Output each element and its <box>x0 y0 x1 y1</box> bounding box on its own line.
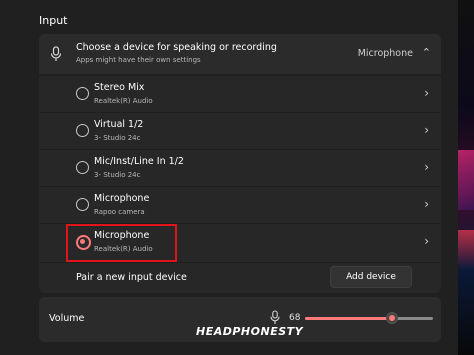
microphone-icon <box>50 46 62 61</box>
device-detail: 3- Studio 24c <box>94 171 141 179</box>
device-detail: Rapoo camera <box>94 208 145 216</box>
volume-slider-thumb[interactable] <box>386 312 399 324</box>
radio-button[interactable] <box>76 87 89 100</box>
radio-button[interactable] <box>76 161 89 174</box>
watermark-logo: HEADPHONESTY <box>196 325 304 338</box>
input-device-selector[interactable]: Choose a device for speaking or recordin… <box>39 34 441 74</box>
device-row-virtual[interactable]: Virtual 1/2 3- Studio 24c › <box>39 112 441 149</box>
section-title: Input <box>39 14 68 27</box>
chevron-right-icon[interactable]: › <box>424 197 429 211</box>
pair-device-row: Pair a new input device Add device <box>39 262 441 293</box>
device-name: Virtual 1/2 <box>94 119 144 130</box>
pair-device-label: Pair a new input device <box>76 272 187 283</box>
input-selector-title: Choose a device for speaking or recordin… <box>76 42 277 53</box>
device-name: Stereo Mix <box>94 82 145 93</box>
desktop-wallpaper-edge <box>458 0 474 355</box>
chevron-right-icon[interactable]: › <box>424 86 429 100</box>
input-selector-subtitle: Apps might have their own settings <box>76 56 201 64</box>
settings-panel: Input Choose a device for speaking or re… <box>0 0 458 355</box>
chevron-right-icon[interactable]: › <box>424 234 429 248</box>
selection-highlight-box <box>66 224 177 262</box>
selected-device-value: Microphone <box>357 48 413 59</box>
volume-label: Volume <box>49 313 85 324</box>
chevron-right-icon[interactable]: › <box>424 123 429 137</box>
device-row-stereo-mix[interactable]: Stereo Mix Realtek(R) Audio › <box>39 75 441 112</box>
microphone-icon[interactable] <box>269 310 281 325</box>
chevron-right-icon[interactable]: › <box>424 160 429 174</box>
volume-slider-fill <box>305 317 393 320</box>
device-name: Mic/Inst/Line In 1/2 <box>94 156 184 167</box>
device-name: Microphone <box>94 193 150 204</box>
device-row-mic-inst-line[interactable]: Mic/Inst/Line In 1/2 3- Studio 24c › <box>39 149 441 186</box>
device-detail: 3- Studio 24c <box>94 134 141 142</box>
device-detail: Realtek(R) Audio <box>94 97 153 105</box>
volume-slider[interactable] <box>305 312 433 324</box>
wallpaper-streak <box>458 150 474 210</box>
volume-value: 68 <box>289 313 301 323</box>
radio-button[interactable] <box>76 198 89 211</box>
radio-button[interactable] <box>76 124 89 137</box>
chevron-up-icon[interactable]: ⌃ <box>422 46 431 59</box>
add-device-button[interactable]: Add device <box>330 266 412 288</box>
wallpaper-streak <box>458 230 474 270</box>
device-row-microphone-rapoo[interactable]: Microphone Rapoo camera › <box>39 186 441 223</box>
